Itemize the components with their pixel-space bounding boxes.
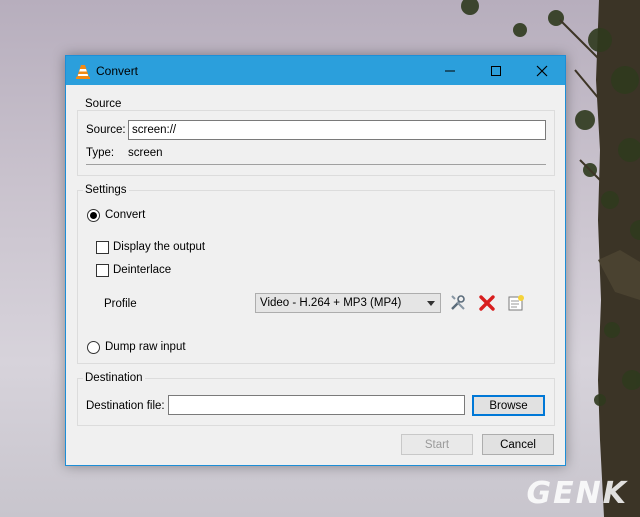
vlc-cone-icon [76, 65, 90, 79]
title-bar[interactable]: Convert [66, 56, 565, 85]
minimize-icon [445, 70, 455, 71]
genk-watermark: GENK [526, 476, 628, 511]
new-document-icon [508, 295, 524, 311]
destination-group-title: Destination [83, 372, 145, 384]
type-label: Type: [86, 147, 115, 159]
destination-file-label: Destination file: [86, 400, 165, 412]
delete-profile-button[interactable] [477, 293, 497, 313]
profile-label: Profile [104, 298, 137, 310]
browse-button[interactable]: Browse [472, 395, 545, 416]
source-input[interactable] [128, 120, 546, 140]
window-title: Convert [96, 64, 139, 78]
source-label: Source: [86, 124, 126, 136]
destination-file-input[interactable] [168, 395, 465, 415]
edit-profile-button[interactable] [448, 293, 468, 313]
convert-dialog: Convert Source Source: Type: screen Sett… [65, 55, 566, 466]
convert-radio-label[interactable]: Convert [105, 209, 145, 221]
dump-raw-label[interactable]: Dump raw input [105, 341, 186, 353]
minimize-button[interactable] [427, 56, 473, 85]
chevron-down-icon [427, 301, 435, 306]
maximize-icon [491, 65, 501, 76]
source-divider [86, 164, 546, 165]
display-output-checkbox[interactable] [96, 241, 109, 254]
close-icon [536, 65, 548, 76]
settings-group-title: Settings [83, 184, 129, 196]
maximize-button[interactable] [473, 56, 519, 85]
type-value: screen [128, 147, 163, 159]
convert-radio[interactable] [87, 209, 100, 222]
profile-select[interactable]: Video - H.264 + MP3 (MP4) [255, 293, 441, 313]
tools-icon [451, 295, 465, 310]
source-group-title: Source [83, 98, 124, 110]
settings-group [77, 190, 555, 364]
profile-select-value: Video - H.264 + MP3 (MP4) [260, 297, 402, 309]
new-profile-button[interactable] [506, 293, 526, 313]
deinterlace-checkbox[interactable] [96, 264, 109, 277]
start-button[interactable]: Start [401, 434, 473, 455]
deinterlace-label[interactable]: Deinterlace [113, 264, 171, 276]
display-output-label[interactable]: Display the output [113, 241, 205, 253]
cancel-button[interactable]: Cancel [482, 434, 554, 455]
delete-icon [479, 295, 495, 311]
close-button[interactable] [519, 56, 565, 85]
dump-raw-radio[interactable] [87, 341, 100, 354]
